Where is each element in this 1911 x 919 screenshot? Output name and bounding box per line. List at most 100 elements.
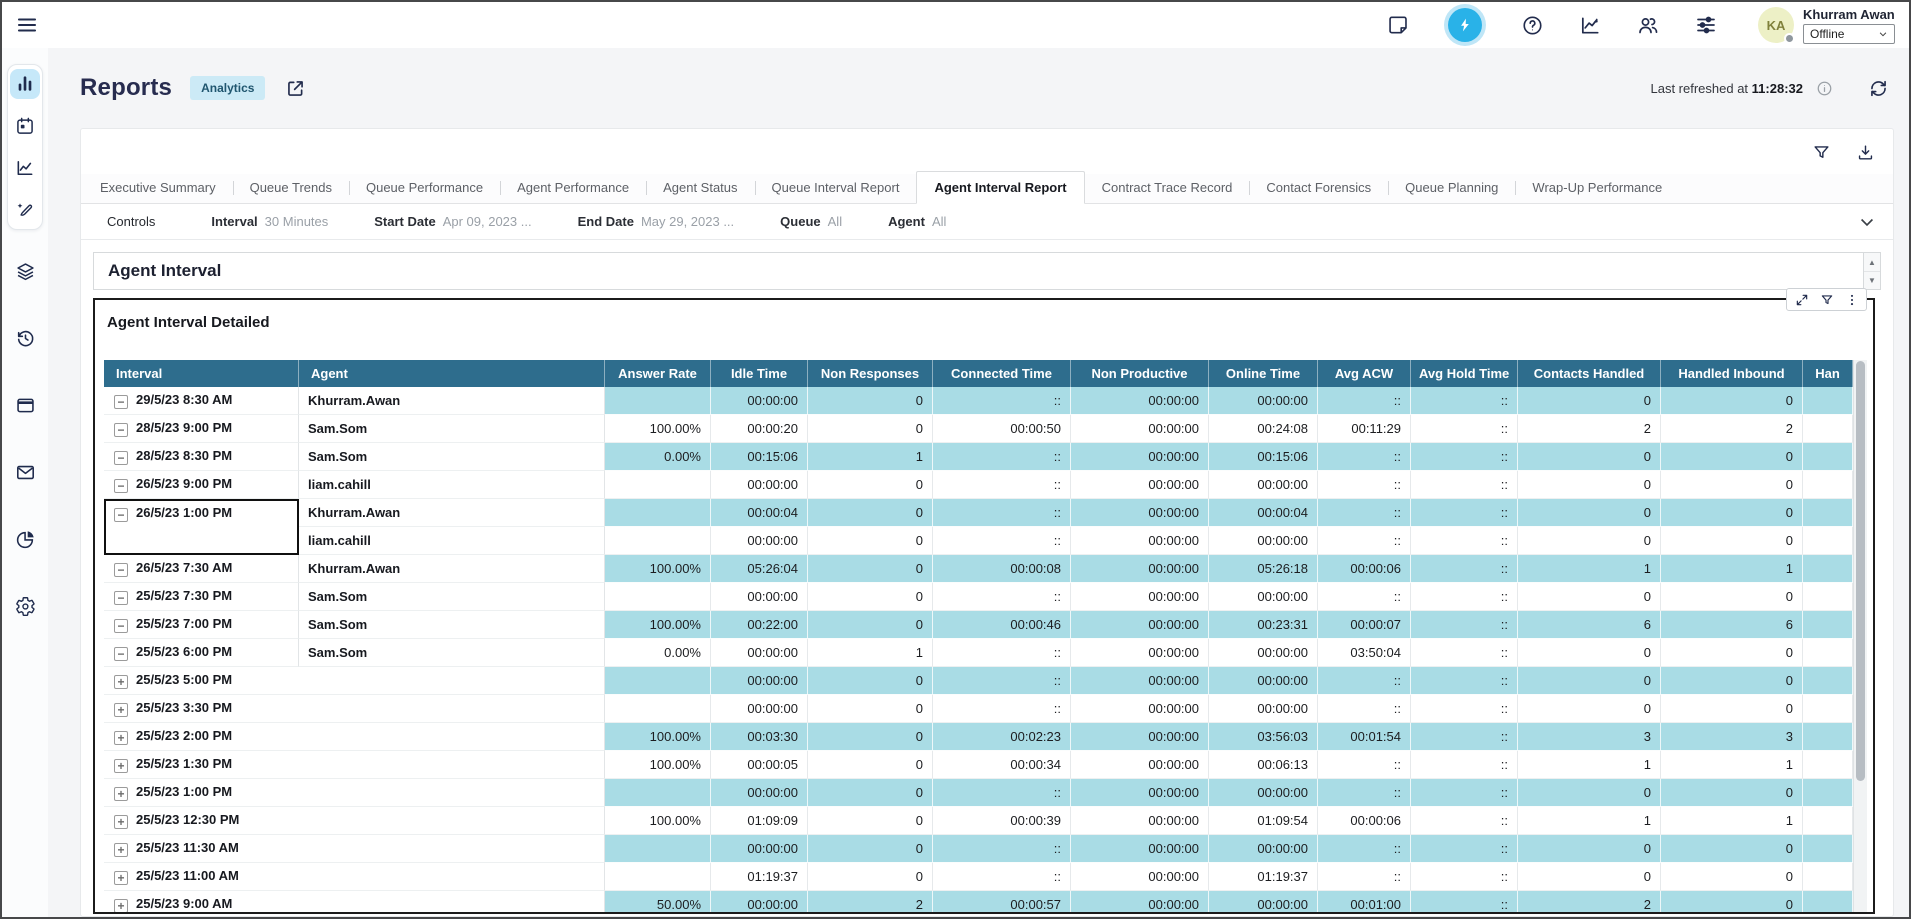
value-cell[interactable]: 100.00% <box>605 723 711 751</box>
value-cell[interactable]: 00:00:00 <box>1071 779 1209 807</box>
value-cell[interactable]: 0 <box>1661 891 1803 912</box>
value-cell[interactable]: 0 <box>808 751 933 779</box>
column-header-avg-hold-time[interactable]: Avg Hold Time <box>1411 360 1518 387</box>
interval-cell[interactable]: −25/5/23 6:00 PM <box>104 639 299 667</box>
value-cell[interactable]: 03:50:04 <box>1318 639 1411 667</box>
value-cell[interactable]: 50.00% <box>605 891 711 912</box>
column-header-idle-time[interactable]: Idle Time <box>711 360 808 387</box>
value-cell[interactable]: 00:00:46 <box>933 611 1071 639</box>
expand-icon[interactable] <box>1794 292 1809 307</box>
value-cell[interactable]: 2 <box>808 891 933 912</box>
value-cell[interactable]: :: <box>1411 863 1518 891</box>
value-cell[interactable]: :: <box>1411 527 1518 555</box>
value-cell[interactable]: 0 <box>1518 639 1661 667</box>
analytics-line-icon[interactable] <box>1578 13 1602 37</box>
value-cell[interactable]: 00:00:05 <box>711 751 808 779</box>
value-cell[interactable]: 0 <box>808 555 933 583</box>
value-cell[interactable]: 0 <box>1518 527 1661 555</box>
interval-cell[interactable]: −25/5/23 7:30 PM <box>104 583 299 611</box>
interval-cell[interactable]: −29/5/23 8:30 AM <box>104 387 299 415</box>
agent-cell[interactable]: Sam.Som <box>299 583 605 611</box>
agent-cell[interactable]: Sam.Som <box>299 443 605 471</box>
value-cell[interactable]: 0 <box>1518 583 1661 611</box>
value-cell[interactable]: 0.00% <box>605 443 711 471</box>
value-cell[interactable]: :: <box>1318 779 1411 807</box>
interval-cell[interactable]: +25/5/23 2:00 PM <box>104 723 605 751</box>
value-cell[interactable]: 05:26:18 <box>1209 555 1318 583</box>
value-cell[interactable]: 00:00:00 <box>1071 583 1209 611</box>
tab-wrap-up-performance[interactable]: Wrap-Up Performance <box>1515 173 1679 203</box>
column-header-han[interactable]: Han <box>1803 360 1853 387</box>
value-cell[interactable]: 00:00:07 <box>1318 611 1411 639</box>
value-cell[interactable]: 00:00:00 <box>711 779 808 807</box>
value-cell[interactable]: 00:00:00 <box>1209 667 1318 695</box>
value-cell[interactable]: :: <box>1411 555 1518 583</box>
value-cell[interactable]: 1 <box>808 443 933 471</box>
value-cell[interactable]: 00:00:00 <box>1209 471 1318 499</box>
value-cell[interactable]: 00:00:34 <box>933 751 1071 779</box>
value-cell[interactable]: :: <box>1411 667 1518 695</box>
panel-filter-icon[interactable] <box>1819 292 1834 307</box>
value-cell[interactable]: 0 <box>808 835 933 863</box>
value-cell[interactable]: 0 <box>808 527 933 555</box>
interval-cell[interactable]: +25/5/23 1:30 PM <box>104 751 605 779</box>
agent-cell[interactable]: Sam.Som <box>299 639 605 667</box>
value-cell[interactable]: 00:00:00 <box>1071 835 1209 863</box>
value-cell[interactable]: 100.00% <box>605 751 711 779</box>
sidebar-item-calendar[interactable] <box>10 111 40 141</box>
download-icon[interactable] <box>1855 142 1875 162</box>
filter-icon[interactable] <box>1811 142 1831 162</box>
value-cell[interactable]: 0 <box>1518 499 1661 527</box>
column-header-answer-rate[interactable]: Answer Rate <box>605 360 711 387</box>
value-cell[interactable] <box>605 695 711 723</box>
tab-agent-interval-report[interactable]: Agent Interval Report <box>916 171 1084 204</box>
external-link-icon[interactable] <box>285 78 306 99</box>
value-cell[interactable]: 00:06:13 <box>1209 751 1318 779</box>
value-cell[interactable]: 0 <box>1518 443 1661 471</box>
value-cell[interactable]: 100.00% <box>605 611 711 639</box>
users-icon[interactable] <box>1636 13 1660 37</box>
expand-row-icon[interactable]: + <box>114 675 128 689</box>
agent-cell[interactable]: Khurram.Awan <box>299 387 605 415</box>
value-cell[interactable]: 0 <box>1661 443 1803 471</box>
value-cell[interactable]: :: <box>1411 583 1518 611</box>
value-cell[interactable]: 00:11:29 <box>1318 415 1411 443</box>
tab-queue-interval-report[interactable]: Queue Interval Report <box>755 173 917 203</box>
value-cell[interactable]: 00:00:00 <box>1071 443 1209 471</box>
tab-queue-performance[interactable]: Queue Performance <box>349 173 500 203</box>
value-cell[interactable]: 0 <box>1518 667 1661 695</box>
value-cell[interactable]: :: <box>1411 611 1518 639</box>
value-cell[interactable]: 00:00:00 <box>1209 835 1318 863</box>
column-header-non-productive[interactable]: Non Productive <box>1071 360 1209 387</box>
sidebar-item-layers[interactable] <box>10 256 40 286</box>
value-cell[interactable]: 100.00% <box>605 415 711 443</box>
interval-cell[interactable]: −26/5/23 7:30 AM <box>104 555 299 583</box>
value-cell[interactable]: :: <box>1318 667 1411 695</box>
value-cell[interactable]: 0 <box>808 695 933 723</box>
agent-cell[interactable]: liam.cahill <box>299 471 605 499</box>
value-cell[interactable]: 00:03:30 <box>711 723 808 751</box>
control-interval[interactable]: Interval30 Minutes <box>211 214 328 229</box>
agent-cell[interactable]: liam.cahill <box>299 527 605 555</box>
sidebar-item-design-brush[interactable] <box>10 195 40 225</box>
collapse-row-icon[interactable]: − <box>114 451 128 465</box>
value-cell[interactable]: 00:00:20 <box>711 415 808 443</box>
value-cell[interactable]: 00:00:04 <box>711 499 808 527</box>
collapse-row-icon[interactable]: − <box>114 563 128 577</box>
avatar[interactable]: KA <box>1758 7 1794 43</box>
agent-cell[interactable]: Sam.Som <box>299 611 605 639</box>
value-cell[interactable]: 0 <box>1661 835 1803 863</box>
value-cell[interactable]: 00:15:06 <box>1209 443 1318 471</box>
value-cell[interactable]: 00:00:00 <box>1071 415 1209 443</box>
value-cell[interactable]: 00:00:00 <box>1071 611 1209 639</box>
control-end-date[interactable]: End DateMay 29, 2023 ... <box>578 214 735 229</box>
value-cell[interactable]: :: <box>1411 443 1518 471</box>
value-cell[interactable]: 00:00:00 <box>711 695 808 723</box>
collapse-row-icon[interactable]: − <box>114 508 128 522</box>
value-cell[interactable]: 0 <box>808 583 933 611</box>
value-cell[interactable]: 0 <box>1661 527 1803 555</box>
controls-bar[interactable]: Controls Interval30 MinutesStart DateApr… <box>81 204 1893 240</box>
collapse-row-icon[interactable]: − <box>114 479 128 493</box>
scrollbar-thumb[interactable] <box>1856 361 1865 781</box>
value-cell[interactable]: 2 <box>1661 415 1803 443</box>
